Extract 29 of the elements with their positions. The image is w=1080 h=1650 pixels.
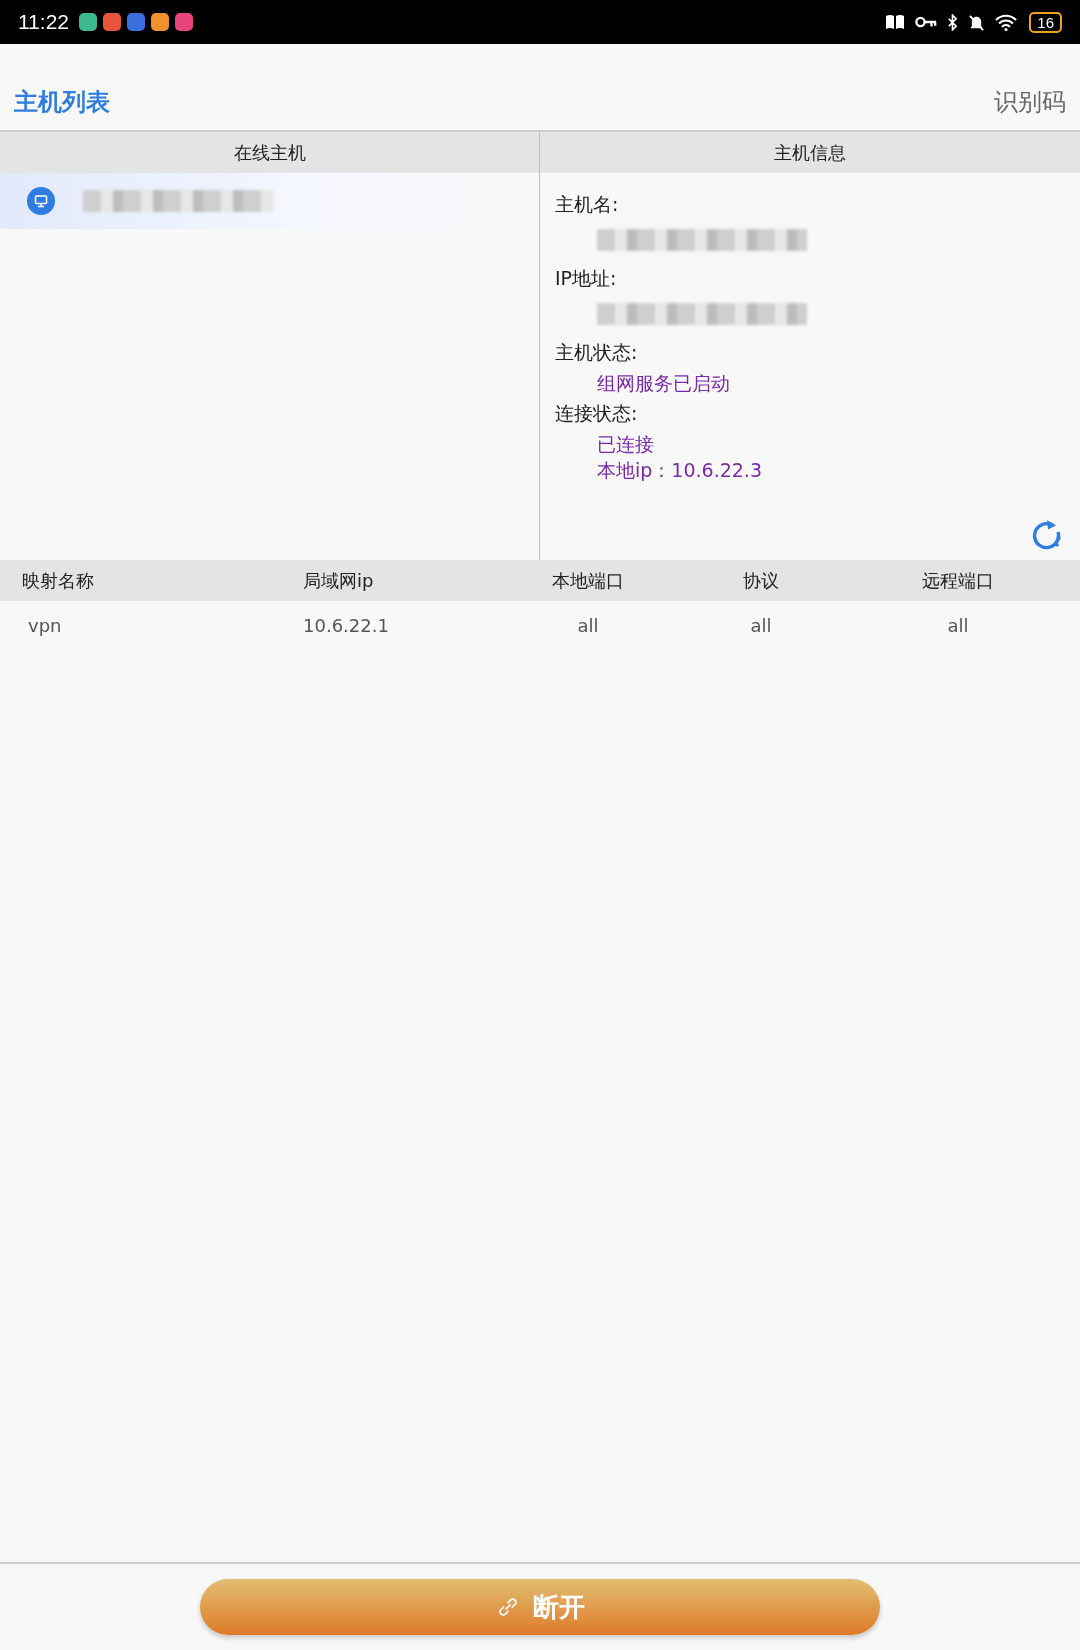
page-title: 主机列表 <box>14 87 110 118</box>
field-label: 主机状态: <box>555 340 639 365</box>
column-header: 在线主机 <box>0 132 539 173</box>
bluetooth-icon <box>947 13 959 31</box>
column-header: 主机信息 <box>540 132 1080 173</box>
status-time: 11:22 <box>18 10 69 34</box>
bell-muted-icon <box>968 13 986 31</box>
battery-level: 16 <box>1029 11 1062 33</box>
wifi-icon <box>995 13 1018 31</box>
table-cell-text: all <box>576 614 600 636</box>
key-icon <box>915 15 938 29</box>
computer-icon <box>27 187 55 215</box>
table-cell-text: 10.6.22.1 <box>302 614 390 636</box>
table-cell-text: vpn <box>27 614 63 636</box>
field-label: IP地址: <box>555 266 618 291</box>
id-code-button[interactable]: 识别码 <box>994 86 1066 118</box>
book-icon <box>885 14 906 30</box>
table-header-cell-text: 映射名称 <box>21 568 95 593</box>
field-value: 本地ip：10.6.22.3 <box>596 458 763 483</box>
table-header-cell-text: 远程端口 <box>921 568 995 593</box>
table-header-cell-text: 协议 <box>742 568 780 593</box>
field-value: 组网服务已启动 <box>596 371 731 396</box>
field-label: 连接状态: <box>555 401 639 426</box>
table-cell-text: all <box>749 614 773 636</box>
table-cell-text: all <box>946 614 970 636</box>
field-label: 主机名: <box>555 192 620 217</box>
table-header-cell-text: 局域网ip <box>302 568 375 593</box>
field-value: 已连接 <box>596 432 655 457</box>
table-header-cell-text: 本地端口 <box>551 568 625 593</box>
